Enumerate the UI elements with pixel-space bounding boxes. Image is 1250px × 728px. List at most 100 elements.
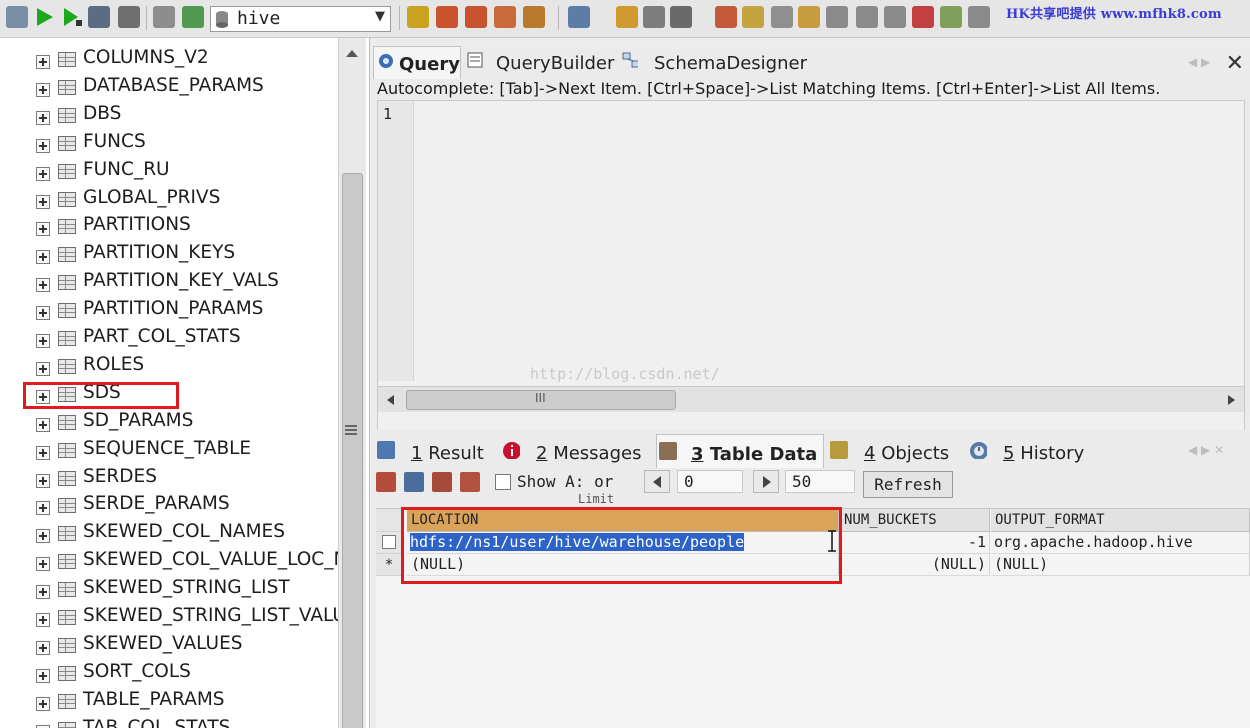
tree-item[interactable]: SEQUENCE_TABLE xyxy=(36,438,346,466)
expand-icon[interactable] xyxy=(36,250,50,265)
show-all-checkbox[interactable] xyxy=(495,474,511,490)
refresh-icon[interactable] xyxy=(182,6,204,28)
offset-input[interactable]: 0 xyxy=(677,470,743,493)
tree-item[interactable]: FUNC_RU xyxy=(36,159,346,187)
cancel-changes-icon[interactable] xyxy=(460,472,480,492)
expand-icon[interactable] xyxy=(36,724,50,728)
expand-icon[interactable] xyxy=(36,501,50,516)
expand-icon[interactable] xyxy=(36,696,50,711)
tab-objects[interactable]: 4 Objects xyxy=(828,434,958,468)
tree-item[interactable]: PARTITION_KEYS xyxy=(36,242,346,270)
tree-item[interactable]: SKEWED_COL_NAMES xyxy=(36,521,346,549)
copy-db-icon[interactable] xyxy=(715,6,737,28)
alter-table-icon[interactable] xyxy=(465,6,487,28)
tab-table-data[interactable]: 3 Table Data xyxy=(656,434,824,468)
restore-icon[interactable] xyxy=(884,6,906,28)
refresh-button[interactable]: Refresh xyxy=(863,471,953,498)
expand-icon[interactable] xyxy=(36,82,50,97)
column-header-output-format[interactable]: OUTPUT_FORMAT xyxy=(991,509,1250,532)
tree-item[interactable]: SERDES xyxy=(36,466,346,494)
clean-icon[interactable] xyxy=(616,6,638,28)
schema-sync-icon[interactable] xyxy=(742,6,764,28)
scroll-up-icon[interactable] xyxy=(346,50,358,57)
stop-icon[interactable] xyxy=(118,6,140,28)
tree-item[interactable]: SKEWED_COL_VALUE_LOC_M xyxy=(36,549,349,577)
expand-icon[interactable] xyxy=(36,222,50,237)
search-icon[interactable] xyxy=(643,6,665,28)
report-icon[interactable] xyxy=(940,6,962,28)
expand-icon[interactable] xyxy=(36,445,50,460)
expand-icon[interactable] xyxy=(36,194,50,209)
tab-query[interactable]: Query xyxy=(373,46,461,79)
tab-querybuilder[interactable]: QueryBuilder xyxy=(463,46,614,79)
expand-icon[interactable] xyxy=(36,306,50,321)
expand-icon[interactable] xyxy=(36,668,50,683)
tree-item[interactable]: DATABASE_PARAMS xyxy=(36,75,346,103)
scheduler-icon[interactable] xyxy=(912,6,934,28)
table-cell-num-buckets[interactable]: (NULL) xyxy=(840,554,990,576)
tree-item[interactable]: PARTITION_PARAMS xyxy=(36,298,346,326)
tab-history[interactable]: 5 History xyxy=(967,434,1097,468)
insert-row-icon[interactable] xyxy=(376,472,396,492)
execute-all-icon[interactable] xyxy=(60,6,82,28)
tree-item[interactable]: ROLES xyxy=(36,354,346,382)
expand-icon[interactable] xyxy=(36,138,50,153)
hscroll-thumb[interactable]: III xyxy=(406,390,676,410)
tree-item[interactable]: TABLE_PARAMS xyxy=(36,689,346,717)
tab-messages[interactable]: 2 Messages xyxy=(500,434,650,468)
tree-item[interactable]: SD_PARAMS xyxy=(36,410,346,438)
tree-item[interactable]: SERDE_PARAMS xyxy=(36,493,346,521)
manage-index-icon[interactable] xyxy=(494,6,516,28)
connect-icon[interactable] xyxy=(6,6,28,28)
table-cell-num-buckets[interactable]: -1 xyxy=(840,532,990,554)
export-icon[interactable] xyxy=(826,6,848,28)
tree-item[interactable]: TAB_COL_STATS xyxy=(36,717,346,728)
expand-icon[interactable] xyxy=(36,334,50,348)
tree-item[interactable]: GLOBAL_PRIVS xyxy=(36,187,346,215)
tree-scrollbar[interactable] xyxy=(338,38,366,728)
scroll-thumb[interactable] xyxy=(342,173,363,728)
create-table-icon[interactable] xyxy=(436,6,458,28)
row-selector[interactable] xyxy=(376,532,403,554)
delete-row-icon[interactable] xyxy=(432,472,452,492)
column-header-num-buckets[interactable]: NUM_BUCKETS xyxy=(840,509,990,532)
users-icon[interactable] xyxy=(568,6,590,28)
expand-icon[interactable] xyxy=(36,55,50,69)
expand-icon[interactable] xyxy=(36,278,50,293)
tab-result[interactable]: 1 Result xyxy=(375,434,495,468)
expand-icon[interactable] xyxy=(36,361,50,376)
data-sync-icon[interactable] xyxy=(771,6,793,28)
tab-scroll-arrows[interactable]: ◀ ▶ xyxy=(1188,55,1210,69)
execute-edit-icon[interactable] xyxy=(88,6,110,28)
tree-item[interactable]: COLUMNS_V2 xyxy=(36,47,346,75)
expand-icon[interactable] xyxy=(36,529,50,544)
expand-icon[interactable] xyxy=(36,166,50,181)
tree-item[interactable]: DBS xyxy=(36,103,346,131)
scroll-left-icon[interactable] xyxy=(387,395,394,405)
sql-editor[interactable]: 1 III xyxy=(377,100,1245,432)
row-checkbox[interactable] xyxy=(382,535,396,549)
table-cell-output-format[interactable]: (NULL) xyxy=(991,554,1250,576)
expand-icon[interactable] xyxy=(36,473,50,488)
editor-hscrollbar[interactable]: III xyxy=(378,386,1244,412)
tree-item[interactable]: PARTITIONS xyxy=(36,214,346,242)
previous-page-button[interactable] xyxy=(644,470,670,493)
execute-icon[interactable] xyxy=(33,6,55,28)
expand-icon[interactable] xyxy=(36,585,50,600)
scroll-right-icon[interactable] xyxy=(1228,395,1235,405)
tree-item[interactable]: SKEWED_STRING_LIST_VALU xyxy=(36,605,346,633)
limit-input[interactable]: 50 xyxy=(785,470,855,493)
expand-icon[interactable] xyxy=(36,613,50,627)
tree-item[interactable]: FUNCS xyxy=(36,131,346,159)
tree-item[interactable]: PARTITION_KEY_VALS xyxy=(36,270,346,298)
expand-icon[interactable] xyxy=(36,417,50,432)
expand-icon[interactable] xyxy=(36,557,50,572)
tab-schemadesigner[interactable]: SchemaDesigner xyxy=(618,46,807,79)
tree-item[interactable]: SORT_COLS xyxy=(36,661,346,689)
table-view-icon[interactable] xyxy=(670,6,692,28)
format-icon[interactable] xyxy=(153,6,175,28)
save-icon[interactable] xyxy=(404,472,424,492)
tree-item[interactable]: SKEWED_STRING_LIST xyxy=(36,577,346,605)
import-icon[interactable] xyxy=(798,6,820,28)
tree-item[interactable]: SKEWED_VALUES xyxy=(36,633,346,661)
